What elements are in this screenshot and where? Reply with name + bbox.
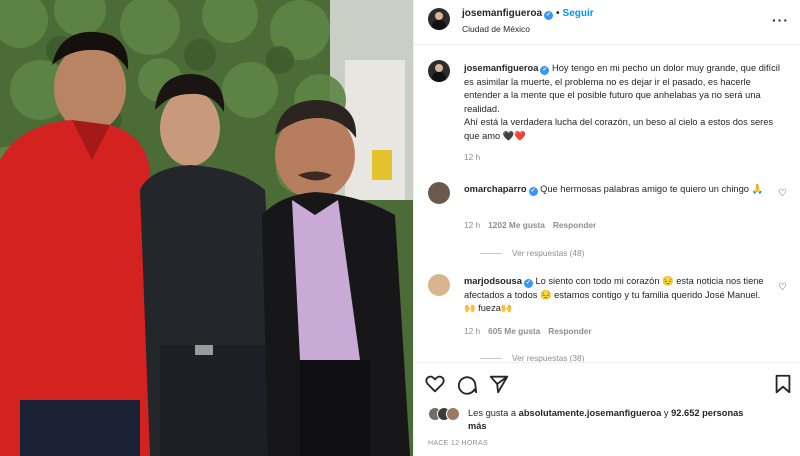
ellipsis-icon[interactable]: ··· [772, 12, 789, 28]
heart-icon[interactable] [424, 373, 446, 395]
caption-username[interactable]: josemanfigueroa [464, 63, 538, 73]
post-header: josemanfigueroa ✓ • Seguir Ciudad de México… [414, 0, 800, 45]
instagram-post-view: josemanfigueroa ✓ • Seguir Ciudad de México… [0, 0, 800, 456]
commenter-avatar[interactable] [428, 182, 450, 204]
post-photo[interactable] [0, 0, 413, 456]
posted-time: HACE 12 HORAS [428, 440, 488, 447]
liker-avatars [428, 407, 468, 421]
like-comment-icon[interactable]: ♡ [778, 188, 787, 199]
share-icon[interactable] [488, 373, 510, 395]
likes-middle: y [663, 408, 669, 418]
liker-username[interactable]: absolutamente.josemanfigueroa [519, 408, 662, 418]
likes-prefix: Les gusta a [468, 408, 517, 418]
action-bar [414, 362, 800, 402]
separator-dot: • [556, 8, 560, 19]
caption-avatar[interactable] [428, 60, 450, 82]
verified-badge-icon: ✓ [528, 187, 538, 196]
caption-text-block: josemanfigueroa ✓ Hoy tengo en mi pecho u… [464, 62, 784, 144]
comment-text-block: marjodsousa ✓ Lo siento con todo mi coraz… [464, 275, 774, 316]
reply-button[interactable]: Responder [553, 220, 596, 230]
likes-count[interactable]: 92.652 personas [671, 408, 743, 418]
comment-text-block: omarchaparro ✓ Que hermosas palabras amig… [464, 183, 774, 197]
reply-button[interactable]: Responder [548, 326, 591, 336]
caption-time: 12 h [464, 152, 481, 162]
follow-button[interactable]: Seguir [563, 8, 594, 19]
bookmark-icon[interactable] [772, 373, 794, 395]
caption-text-2: Ahí está la verdadera lucha del corazón,… [464, 117, 774, 141]
commenter-avatar[interactable] [428, 274, 450, 296]
comment-meta: 12 h 1202 Me gusta Responder [464, 220, 604, 230]
comment-likes[interactable]: 1202 Me gusta [488, 220, 545, 230]
comment-meta: 12 h 605 Me gusta Responder [464, 326, 600, 336]
comment-text: Que hermosas palabras amigo te quiero un… [540, 184, 764, 194]
commenter-username[interactable]: marjodsousa [464, 276, 522, 286]
like-comment-icon[interactable]: ♡ [778, 282, 787, 293]
verified-badge-icon: ✓ [540, 66, 550, 75]
verified-badge-icon: ✓ [544, 11, 554, 20]
comment-likes[interactable]: 605 Me gusta [488, 326, 540, 336]
comment-icon[interactable] [456, 373, 478, 395]
commenter-username[interactable]: omarchaparro [464, 184, 527, 194]
photo-illustration [0, 0, 413, 456]
comment-time: 12 h [464, 326, 481, 336]
author-avatar[interactable] [428, 8, 450, 30]
view-replies-button[interactable]: Ver respuestas (48) [480, 248, 584, 258]
post-side-panel: josemanfigueroa ✓ • Seguir Ciudad de México… [413, 0, 800, 456]
likes-suffix[interactable]: más [468, 421, 487, 431]
author-username[interactable]: josemanfigueroa [462, 8, 542, 19]
post-location[interactable]: Ciudad de México [462, 24, 530, 34]
verified-badge-icon: ✓ [523, 279, 533, 288]
comment-time: 12 h [464, 220, 481, 230]
